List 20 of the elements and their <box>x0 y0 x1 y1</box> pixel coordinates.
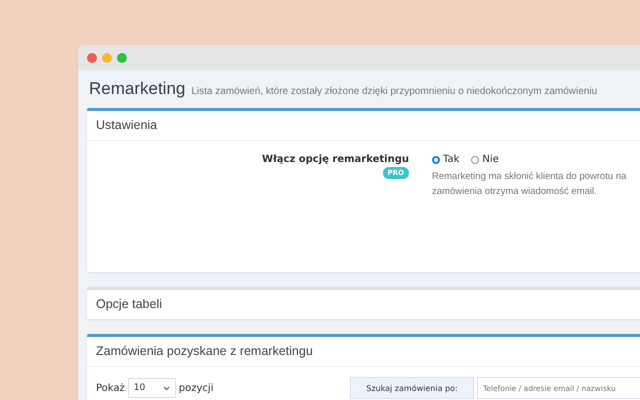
page-size-select[interactable]: 10 <box>128 378 176 398</box>
maximize-button[interactable] <box>117 52 127 62</box>
minimize-button[interactable] <box>102 52 112 62</box>
radio-option[interactable]: Nie <box>471 154 499 165</box>
entries-label: pozycji <box>178 382 214 394</box>
search-label: Szukaj zamówienia po: <box>350 377 474 399</box>
radio-option[interactable]: Tak <box>432 154 460 165</box>
radio-button[interactable] <box>471 156 480 164</box>
panel-heading: Ustawienia <box>87 111 640 141</box>
show-label: Pokaż <box>96 382 125 394</box>
radio-button[interactable] <box>432 156 440 164</box>
option-label: Włącz opcję remarketingu <box>262 154 409 165</box>
panel-heading: Opcje tabeli <box>95 296 164 313</box>
page-subtitle: Lista zamówień, które zostały złożone dzięki przypomnieniu o niedokończonym zamówieniu <box>191 86 598 97</box>
close-button[interactable] <box>87 52 97 62</box>
description-text: zamówienia otrzyma wiadomość email. <box>432 185 598 199</box>
caret-icon <box>162 386 170 390</box>
page-title: Remarketing <box>89 79 186 99</box>
panel-heading: Zamówienia pozyskane z remarketingu <box>87 337 640 367</box>
description-text: Remarketing ma skłonić klienta do powrotu na <box>432 170 626 184</box>
